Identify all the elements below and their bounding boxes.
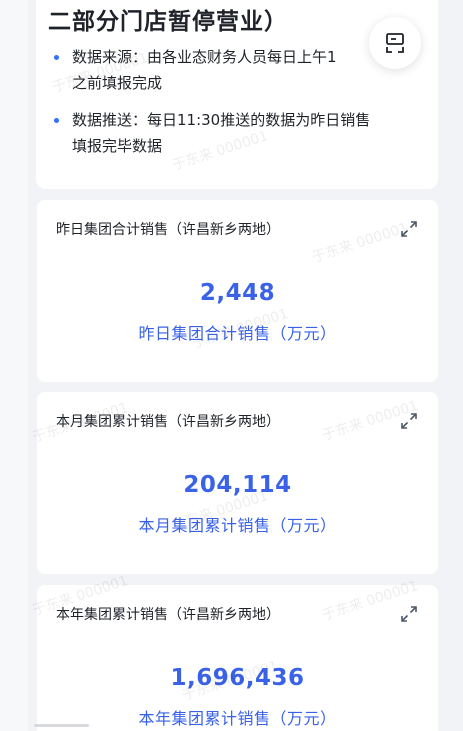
notice-title: 二部分门店暂停营业） <box>48 9 288 35</box>
metric-label: 昨日集团合计销售（万元） <box>138 324 337 343</box>
metric-label: 本年集团累计销售（万元） <box>138 709 337 728</box>
floating-panel-button[interactable] <box>369 17 421 69</box>
expand-icon[interactable] <box>400 220 418 238</box>
bullet-dot <box>54 118 59 123</box>
scroll-indicator <box>34 724 89 727</box>
left-edge <box>0 0 28 731</box>
notice-list: 数据来源：由各业态财务人员每日上午1 之前填报完成 数据推送：每日11:30推送… <box>52 44 422 170</box>
metric-title: 昨日集团合计销售（许昌新乡两地） <box>56 222 280 238</box>
metric-card-month: 本月集团累计销售（许昌新乡两地） 204,114 本月集团累计销售（万元） <box>37 392 438 574</box>
notice-item-line: 数据推送：每日11:30推送的数据为昨日销售 <box>72 111 371 129</box>
notice-item-line: 填报完毕数据 <box>72 137 163 155</box>
metric-card-yesterday: 昨日集团合计销售（许昌新乡两地） 2,448 昨日集团合计销售（万元） <box>37 200 438 382</box>
metric-value: 2,448 <box>199 280 276 306</box>
dashboard-page: 二部分门店暂停营业） 数据来源：由各业态财务人员每日上午1 之前填报完成 数据推… <box>0 0 463 731</box>
expand-icon[interactable] <box>400 605 418 623</box>
metric-value: 204,114 <box>183 472 292 498</box>
expand-icon[interactable] <box>400 412 418 430</box>
panel-icon <box>386 33 404 53</box>
metric-label: 本月集团累计销售（万元） <box>138 516 337 535</box>
metric-title: 本年集团累计销售（许昌新乡两地） <box>56 607 280 623</box>
metric-title: 本月集团累计销售（许昌新乡两地） <box>56 414 280 430</box>
bullet-dot <box>54 55 59 60</box>
notice-item-line: 之前填报完成 <box>72 74 163 92</box>
metric-value: 1,696,436 <box>170 665 305 691</box>
notice-item: 数据推送：每日11:30推送的数据为昨日销售 填报完毕数据 <box>52 107 422 159</box>
metric-card-year: 本年集团累计销售（许昌新乡两地） 1,696,436 本年集团累计销售（万元） <box>37 585 438 731</box>
notice-item: 数据来源：由各业态财务人员每日上午1 之前填报完成 <box>52 44 422 96</box>
